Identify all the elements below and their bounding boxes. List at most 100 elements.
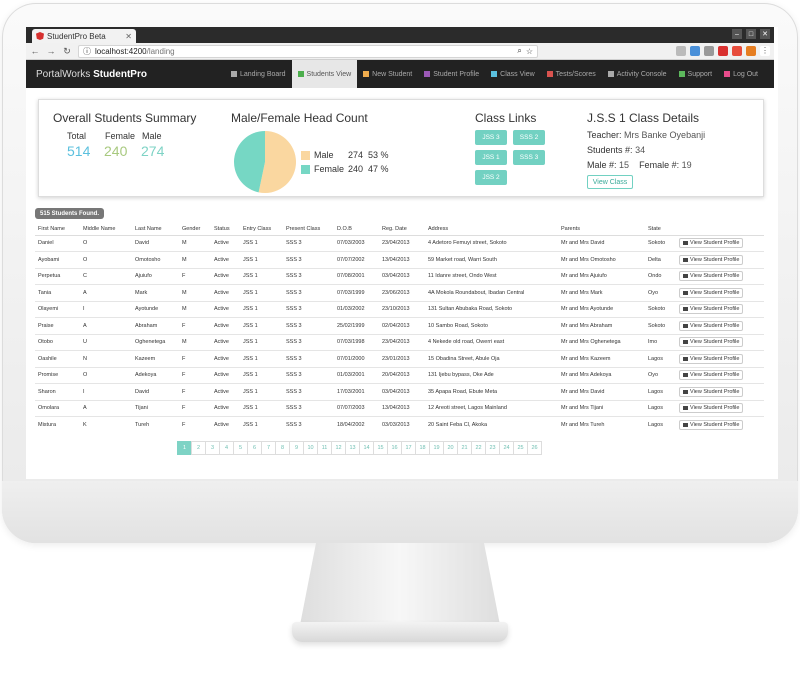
table-cell: SSS 3: [283, 284, 334, 301]
extension-icon[interactable]: [718, 46, 728, 56]
page-button[interactable]: 19: [429, 441, 444, 455]
view-student-profile-button[interactable]: View Student Profile: [679, 370, 744, 381]
table-cell: I: [80, 300, 132, 318]
close-window-icon[interactable]: ✕: [760, 29, 770, 39]
table-cell: 02/04/2013: [379, 317, 425, 334]
page-button[interactable]: 12: [331, 441, 346, 455]
page-button[interactable]: 9: [289, 441, 304, 455]
table-cell: Promise: [35, 366, 80, 384]
nav-item-students-view[interactable]: Students View: [291, 60, 358, 88]
folder-icon: [683, 307, 688, 312]
extension-icon[interactable]: [704, 46, 714, 56]
bookmark-star-icon[interactable]: ☆: [526, 47, 533, 56]
table-cell: 17/03/2001: [334, 383, 379, 400]
page-button[interactable]: 16: [387, 441, 402, 455]
column-header: Status: [211, 223, 240, 236]
class-link-sss-3[interactable]: SSS 3: [513, 150, 545, 165]
nav-item-activity-console[interactable]: Activity Console: [602, 60, 673, 88]
view-class-button[interactable]: View Class: [587, 175, 633, 189]
page-button[interactable]: 26: [527, 441, 542, 455]
view-student-profile-button[interactable]: View Student Profile: [679, 320, 744, 331]
nav-item-student-profile[interactable]: Student Profile: [418, 60, 485, 88]
legend-name: Female: [314, 164, 345, 174]
table-cell: 4A Mokola Roundabout, Ibadan Central: [425, 284, 558, 301]
view-student-profile-button[interactable]: View Student Profile: [679, 254, 744, 265]
table-cell: Oashile: [35, 350, 80, 367]
menu-icon[interactable]: ⋮: [760, 46, 770, 56]
page-button[interactable]: 7: [261, 441, 276, 455]
nav-item-landing-board[interactable]: Landing Board: [225, 60, 292, 88]
page-button[interactable]: 8: [275, 441, 290, 455]
action-cell: View Student Profile: [676, 399, 764, 417]
table-cell: Ayobami: [35, 251, 80, 268]
search-icon[interactable]: ⌕: [517, 46, 521, 56]
extension-icon[interactable]: [690, 46, 700, 56]
view-student-profile-label: View Student Profile: [690, 322, 740, 329]
table-cell: I: [80, 383, 132, 400]
browser-tabbar: StudentPro Beta ✕ – □ ✕: [26, 27, 774, 43]
view-student-profile-button[interactable]: View Student Profile: [679, 287, 744, 298]
table-cell: SSS 3: [283, 416, 334, 433]
table-cell: Omotosho: [132, 251, 179, 268]
table-cell: Active: [211, 284, 240, 301]
page-button[interactable]: 20: [443, 441, 458, 455]
nav-item-label: Class View: [500, 70, 535, 78]
class-link-sss-2[interactable]: SSS 2: [513, 130, 545, 145]
class-link-jss-1[interactable]: JSS 1: [475, 150, 507, 165]
reload-icon[interactable]: ↻: [62, 46, 72, 57]
page-button[interactable]: 4: [219, 441, 234, 455]
page-button[interactable]: 21: [457, 441, 472, 455]
pie-chart: [234, 131, 296, 193]
page-button[interactable]: 13: [345, 441, 360, 455]
view-student-profile-button[interactable]: View Student Profile: [679, 304, 744, 315]
table-row: Daniel O David M Active JSS 1 SSS 3 07/03/2003 2…: [35, 234, 764, 252]
url-input[interactable]: ⓘ localhost:4200/landing ⌕ ☆: [78, 44, 538, 58]
forward-icon[interactable]: →: [46, 46, 56, 56]
page-button[interactable]: 6: [247, 441, 262, 455]
extension-icon[interactable]: [746, 46, 756, 56]
view-student-profile-button[interactable]: View Student Profile: [679, 386, 744, 397]
extension-icon[interactable]: [676, 46, 686, 56]
eye-icon: [297, 71, 304, 77]
view-student-profile-button[interactable]: View Student Profile: [679, 353, 744, 364]
nav-item-new-student[interactable]: New Student: [357, 60, 418, 88]
view-student-profile-button[interactable]: View Student Profile: [679, 271, 744, 282]
table-cell: C: [80, 267, 132, 285]
chart-icon: [546, 71, 553, 77]
back-icon[interactable]: ←: [30, 46, 40, 56]
page-button[interactable]: 2: [191, 441, 206, 455]
extension-icon[interactable]: [732, 46, 742, 56]
page-button[interactable]: 14: [359, 441, 374, 455]
class-link-jss-2[interactable]: JSS 2: [475, 170, 507, 185]
headcount-pie: [233, 130, 297, 199]
minimize-icon[interactable]: –: [732, 29, 742, 39]
page-button[interactable]: 25: [513, 441, 528, 455]
nav-item-tests-scores[interactable]: Tests/Scores: [541, 60, 602, 88]
nav-item-label: Student Profile: [433, 70, 480, 78]
page-button[interactable]: 24: [499, 441, 514, 455]
nav-item-log-out[interactable]: Log Out: [718, 60, 764, 88]
maximize-icon[interactable]: □: [746, 29, 756, 39]
page-button[interactable]: 3: [205, 441, 220, 455]
page-button[interactable]: 11: [317, 441, 332, 455]
page-button[interactable]: 18: [415, 441, 430, 455]
page-button[interactable]: 15: [373, 441, 388, 455]
page-button[interactable]: 10: [303, 441, 318, 455]
close-tab-icon[interactable]: ✕: [125, 32, 132, 41]
page-button[interactable]: 17: [401, 441, 416, 455]
view-student-profile-button[interactable]: View Student Profile: [679, 420, 744, 430]
page-button[interactable]: 1: [177, 441, 192, 455]
nav-item-class-view[interactable]: Class View: [485, 60, 541, 88]
browser-tab[interactable]: StudentPro Beta ✕: [32, 29, 136, 43]
view-student-profile-button[interactable]: View Student Profile: [679, 337, 744, 348]
view-student-profile-button[interactable]: View Student Profile: [679, 403, 744, 414]
nav-item-support[interactable]: Support: [673, 60, 719, 88]
students-table: First Name Middle Name Last Name Gender Stat…: [35, 223, 764, 433]
page-button[interactable]: 22: [471, 441, 486, 455]
page-button[interactable]: 5: [233, 441, 248, 455]
folder-icon: [683, 323, 688, 328]
class-link-jss-3[interactable]: JSS 3: [475, 130, 507, 145]
page-button[interactable]: 23: [485, 441, 500, 455]
view-student-profile-button[interactable]: View Student Profile: [679, 238, 744, 249]
brand[interactable]: PortalWorks StudentPro: [36, 69, 225, 80]
